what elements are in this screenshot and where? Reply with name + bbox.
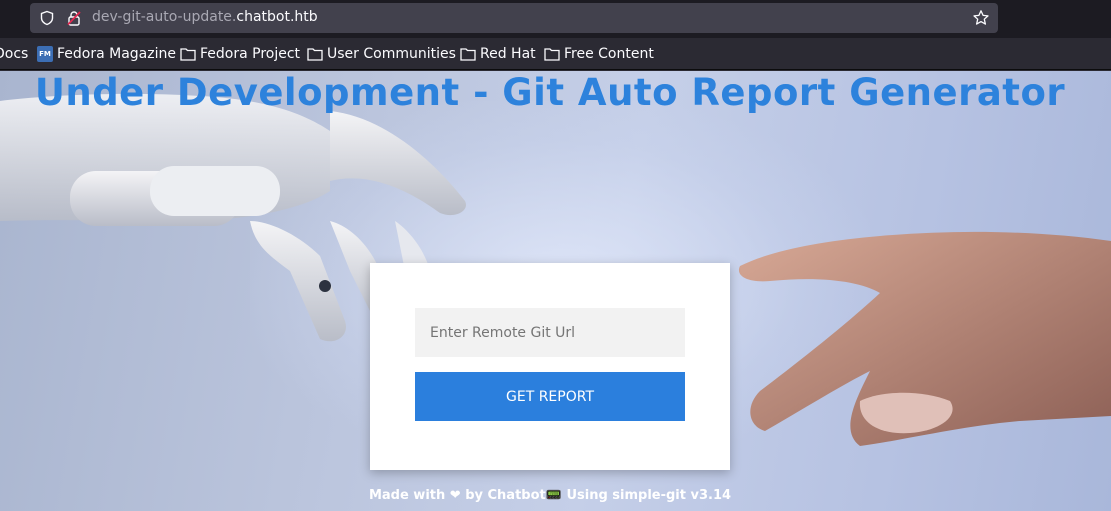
- lock-icon[interactable]: [66, 10, 82, 26]
- shield-icon[interactable]: [39, 10, 55, 26]
- bookmark-docs[interactable]: Docs: [0, 45, 28, 63]
- bookmark-label: Free Content: [564, 46, 654, 62]
- bookmark-label: User Communities: [327, 46, 456, 62]
- footer-text: Made with ❤ by Chatbot📟 Using simple-git…: [368, 488, 732, 503]
- bookmarks-bar: Docs FM Fedora Magazine Fedora Project U…: [0, 38, 1111, 70]
- fedora-magazine-icon: FM: [37, 46, 53, 62]
- bookmark-fedora-magazine[interactable]: FM Fedora Magazine: [37, 45, 176, 63]
- bookmark-label: Fedora Project: [200, 46, 301, 62]
- url-domain: chatbot.htb: [236, 9, 318, 25]
- get-report-button[interactable]: GET REPORT: [415, 372, 685, 421]
- bookmark-red-hat[interactable]: Red Hat: [460, 45, 536, 63]
- folder-icon: [307, 48, 323, 61]
- bookmark-label: Red Hat: [480, 46, 536, 62]
- bookmark-fedora-project[interactable]: Fedora Project: [180, 45, 300, 63]
- folder-icon: [460, 48, 476, 61]
- bookmark-star-icon[interactable]: [972, 9, 990, 27]
- bookmark-free-content[interactable]: Free Content: [544, 45, 654, 63]
- url-text[interactable]: dev-git-auto-update.chatbot.htb: [92, 9, 318, 25]
- folder-icon: [180, 48, 196, 61]
- url-subdomain: dev-git-auto-update.: [92, 9, 237, 25]
- browser-toolbar: dev-git-auto-update.chatbot.htb: [0, 0, 1111, 38]
- git-url-input[interactable]: [415, 308, 685, 357]
- page-title: Under Development - Git Auto Report Gene…: [34, 71, 1066, 114]
- page-body: Under Development - Git Auto Report Gene…: [0, 71, 1111, 511]
- folder-icon: [544, 48, 560, 61]
- address-bar[interactable]: dev-git-auto-update.chatbot.htb: [30, 3, 998, 33]
- bookmark-user-communities[interactable]: User Communities: [307, 45, 456, 63]
- bookmark-label: Fedora Magazine: [57, 46, 176, 62]
- bookmark-label: Docs: [0, 46, 29, 62]
- report-form-card: GET REPORT: [370, 263, 730, 470]
